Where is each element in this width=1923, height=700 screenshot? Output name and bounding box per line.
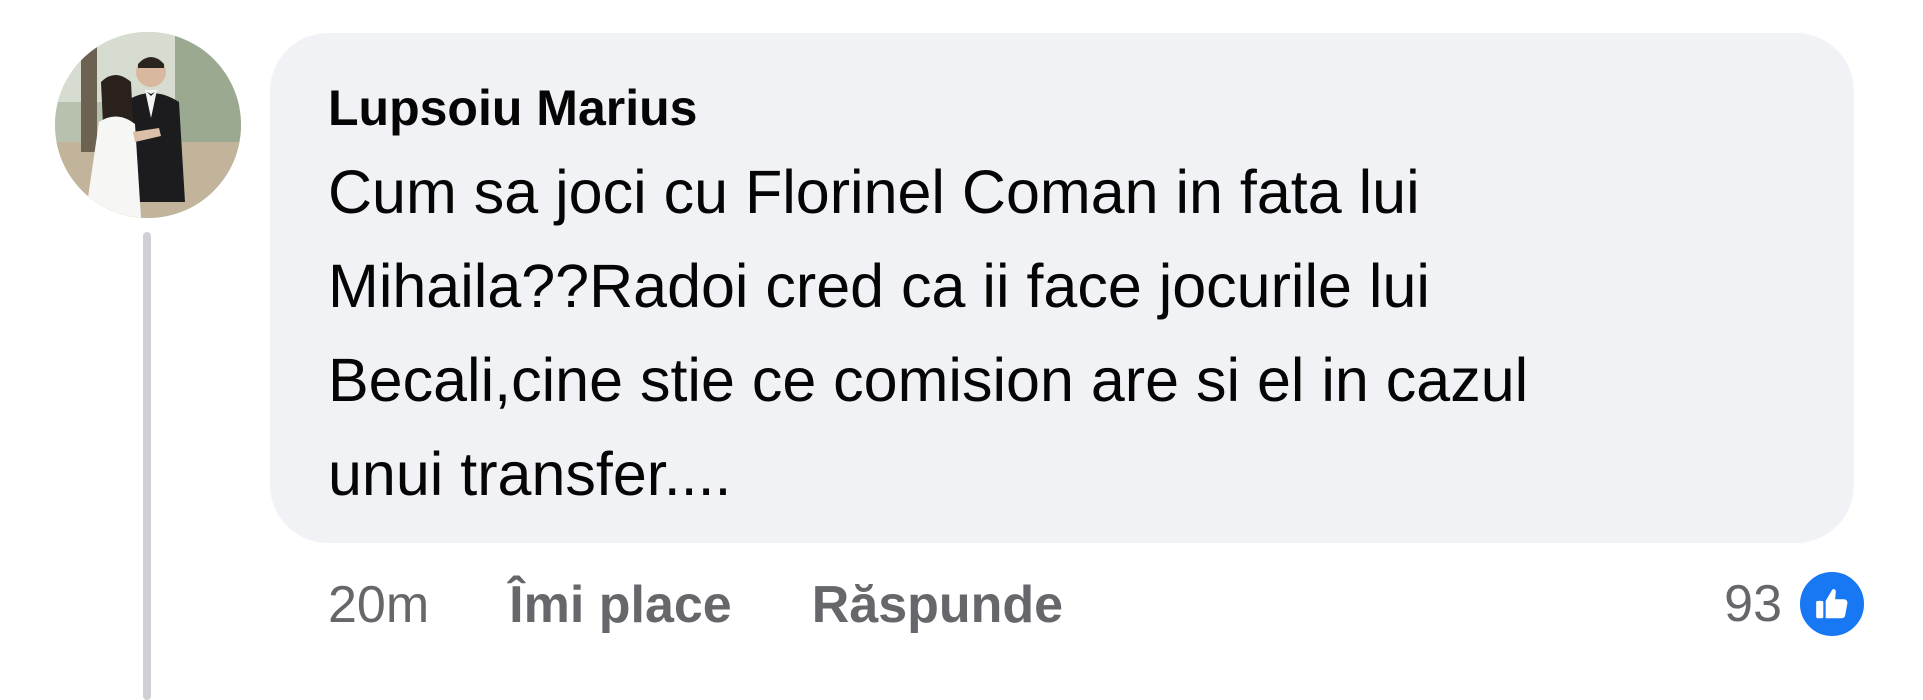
- like-button[interactable]: Îmi place: [509, 575, 732, 635]
- author-name[interactable]: Lupsoiu Marius: [328, 77, 1802, 139]
- reaction-summary[interactable]: 93: [1724, 566, 1868, 642]
- comment-bubble: Lupsoiu Marius Cum sa joci cu Florinel C…: [270, 33, 1854, 543]
- comment-actions: 20m Îmi place Răspunde: [328, 570, 1143, 640]
- reply-button[interactable]: Răspunde: [812, 575, 1063, 635]
- comment-timestamp[interactable]: 20m: [328, 575, 429, 635]
- reaction-count: 93: [1724, 575, 1782, 633]
- comment-text: Cum sa joci cu Florinel Coman in fata lu…: [328, 158, 1529, 508]
- comment-thread: Lupsoiu Marius Cum sa joci cu Florinel C…: [0, 0, 1923, 700]
- thread-line: [143, 232, 151, 700]
- like-thumbs-up-icon: [1796, 568, 1868, 640]
- avatar[interactable]: [55, 32, 241, 218]
